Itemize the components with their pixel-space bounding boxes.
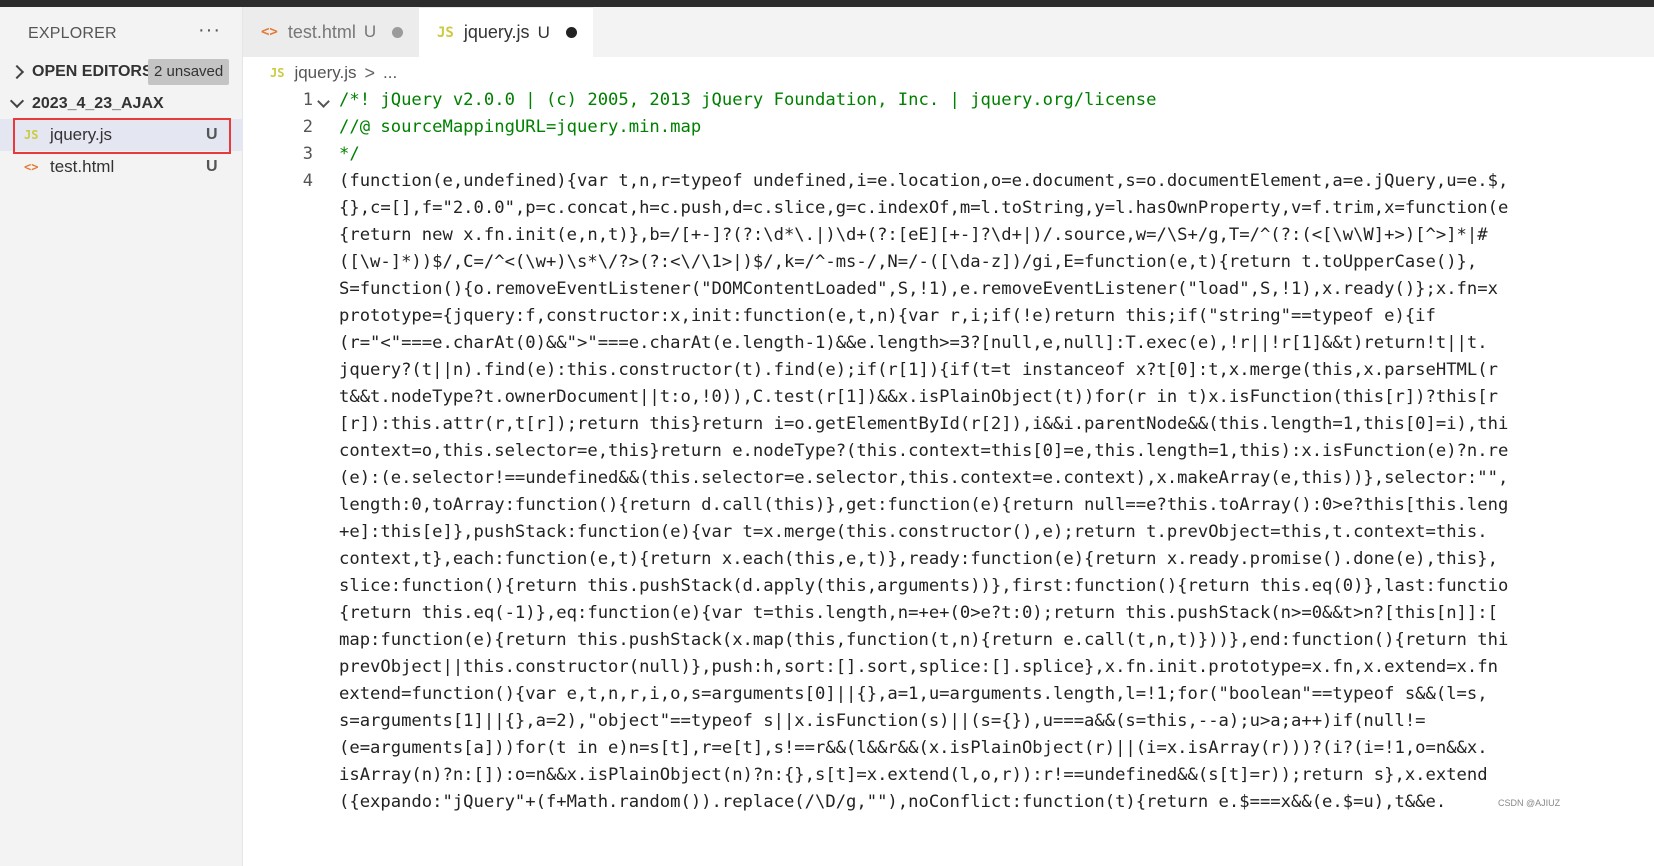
file-name: test.html [50, 157, 115, 176]
breadcrumb-separator: > [364, 62, 376, 83]
code-line: map:function(e){return this.pushStack(x.… [339, 630, 1509, 650]
folder-label: 2023_4_23_AJAX [32, 95, 164, 112]
file-item-test-html[interactable]: <> test.html U [0, 151, 243, 183]
window-top-strip [0, 0, 1654, 7]
breadcrumb-file[interactable]: jquery.js [294, 63, 356, 83]
code-line: jquery?(t||n).find(e):this.constructor(t… [339, 360, 1498, 380]
code-line: {return this.eq(-1)},eq:function(e){var … [339, 603, 1498, 623]
unsaved-dot-icon[interactable] [392, 26, 404, 38]
line-number: 1 [302, 90, 313, 110]
unsaved-dot-icon[interactable] [565, 27, 577, 38]
code-line: (r="<"===e.charAt(0)&&">"===e.charAt(e.l… [339, 333, 1488, 353]
code-line: context=o,this.selector=e,this}return e.… [339, 441, 1509, 461]
code-line: /*! jQuery v2.0.0 | (c) 2005, 2013 jQuer… [339, 90, 1157, 110]
code-line: */ [339, 144, 360, 164]
tab-jquery-js[interactable]: JS jquery.js U [419, 7, 593, 57]
explorer-title: EXPLORER [28, 25, 117, 42]
code-line: +e]:this[e]},pushStack:function(e){var t… [339, 522, 1488, 542]
code-line: ({expando:"jQuery"+(f+Math.random()).rep… [339, 792, 1447, 812]
code-line: s=arguments[1]||{},a=2),"object"==typeof… [339, 711, 1426, 731]
code-line: [r]):this.attr(r,t[r]);return this}retur… [339, 414, 1509, 434]
tab-label: jquery.js [463, 22, 530, 42]
watermark: CSDN @AJIUZ [1498, 798, 1561, 808]
editor-tab-bar: <> test.html U JS jquery.js U [243, 7, 1654, 57]
open-editors-section[interactable]: OPEN EDITORS 2 unsaved [0, 57, 243, 87]
html-file-icon: <> [261, 24, 278, 40]
line-number: 2 [302, 117, 313, 137]
code-line: slice:function(){return this.pushStack(d… [339, 576, 1509, 596]
code-line: isArray(n)?n:[]):o=n&&x.isPlainObject(n)… [339, 765, 1488, 785]
selection-highlight-box [13, 118, 231, 154]
open-editors-label: OPEN EDITORS [32, 63, 153, 80]
code-line: //@ sourceMappingURL=jquery.min.map [339, 117, 702, 137]
code-line: {return new x.fn.init(e,n,t)},b=/[+-]?(?… [339, 225, 1488, 245]
code-line: extend=function(){var e,t,n,r,i,o,s=argu… [339, 684, 1488, 704]
fold-chevron-icon[interactable] [317, 95, 330, 108]
code-line: t&&t.nodeType?t.ownerDocument||t:o,!0)),… [339, 387, 1498, 407]
code-line: prototype={jquery:f,constructor:x,init:f… [339, 306, 1436, 326]
js-file-icon: JS [270, 66, 285, 80]
tab-status: U [363, 22, 377, 41]
code-line: length:0,toArray:function(){return d.cal… [339, 495, 1509, 515]
breadcrumb: JS jquery.js > ... [270, 60, 397, 86]
code-line: (e):(e.selector!==undefined&&(this.selec… [339, 468, 1509, 488]
tab-status: U [537, 22, 550, 42]
html-file-icon: <> [24, 160, 39, 174]
code-line: prevObject||this.constructor(null)},push… [339, 657, 1498, 677]
unsaved-badge: 2 unsaved [148, 59, 230, 85]
code-line: {},c=[],f="2.0.0",p=c.concat,h=c.push,d=… [339, 198, 1509, 218]
more-actions-icon[interactable]: ··· [198, 19, 221, 42]
code-line: context,t},each:function(e,t){return x.e… [339, 549, 1498, 569]
code-line: (e=arguments[a]))for(t in e)n=s[t],r=e[t… [339, 738, 1488, 758]
js-file-icon: JS [437, 24, 454, 41]
tab-test-html[interactable]: <> test.html U [243, 7, 419, 57]
line-number: 4 [302, 171, 313, 191]
code-editor[interactable]: 1 2 3 4 /*! jQuery v2.0.0 | (c) 2005, 20… [243, 87, 1654, 866]
chevron-down-icon [9, 93, 25, 109]
folder-section[interactable]: 2023_4_23_AJAX [0, 89, 243, 119]
tab-label: test.html [287, 21, 356, 42]
chevron-right-icon [9, 64, 25, 80]
breadcrumb-more[interactable]: ... [383, 63, 397, 83]
git-status-untracked: U [206, 158, 218, 175]
code-line: (function(e,undefined){var t,n,r=typeof … [339, 171, 1509, 191]
line-number: 3 [302, 144, 313, 164]
code-line: S=function(){o.removeEventListener("DOMC… [339, 279, 1498, 299]
code-line: ([\w-]*))$/,C=/^<(\w+)\s*\/?>(?:<\/\1>|)… [339, 252, 1478, 272]
